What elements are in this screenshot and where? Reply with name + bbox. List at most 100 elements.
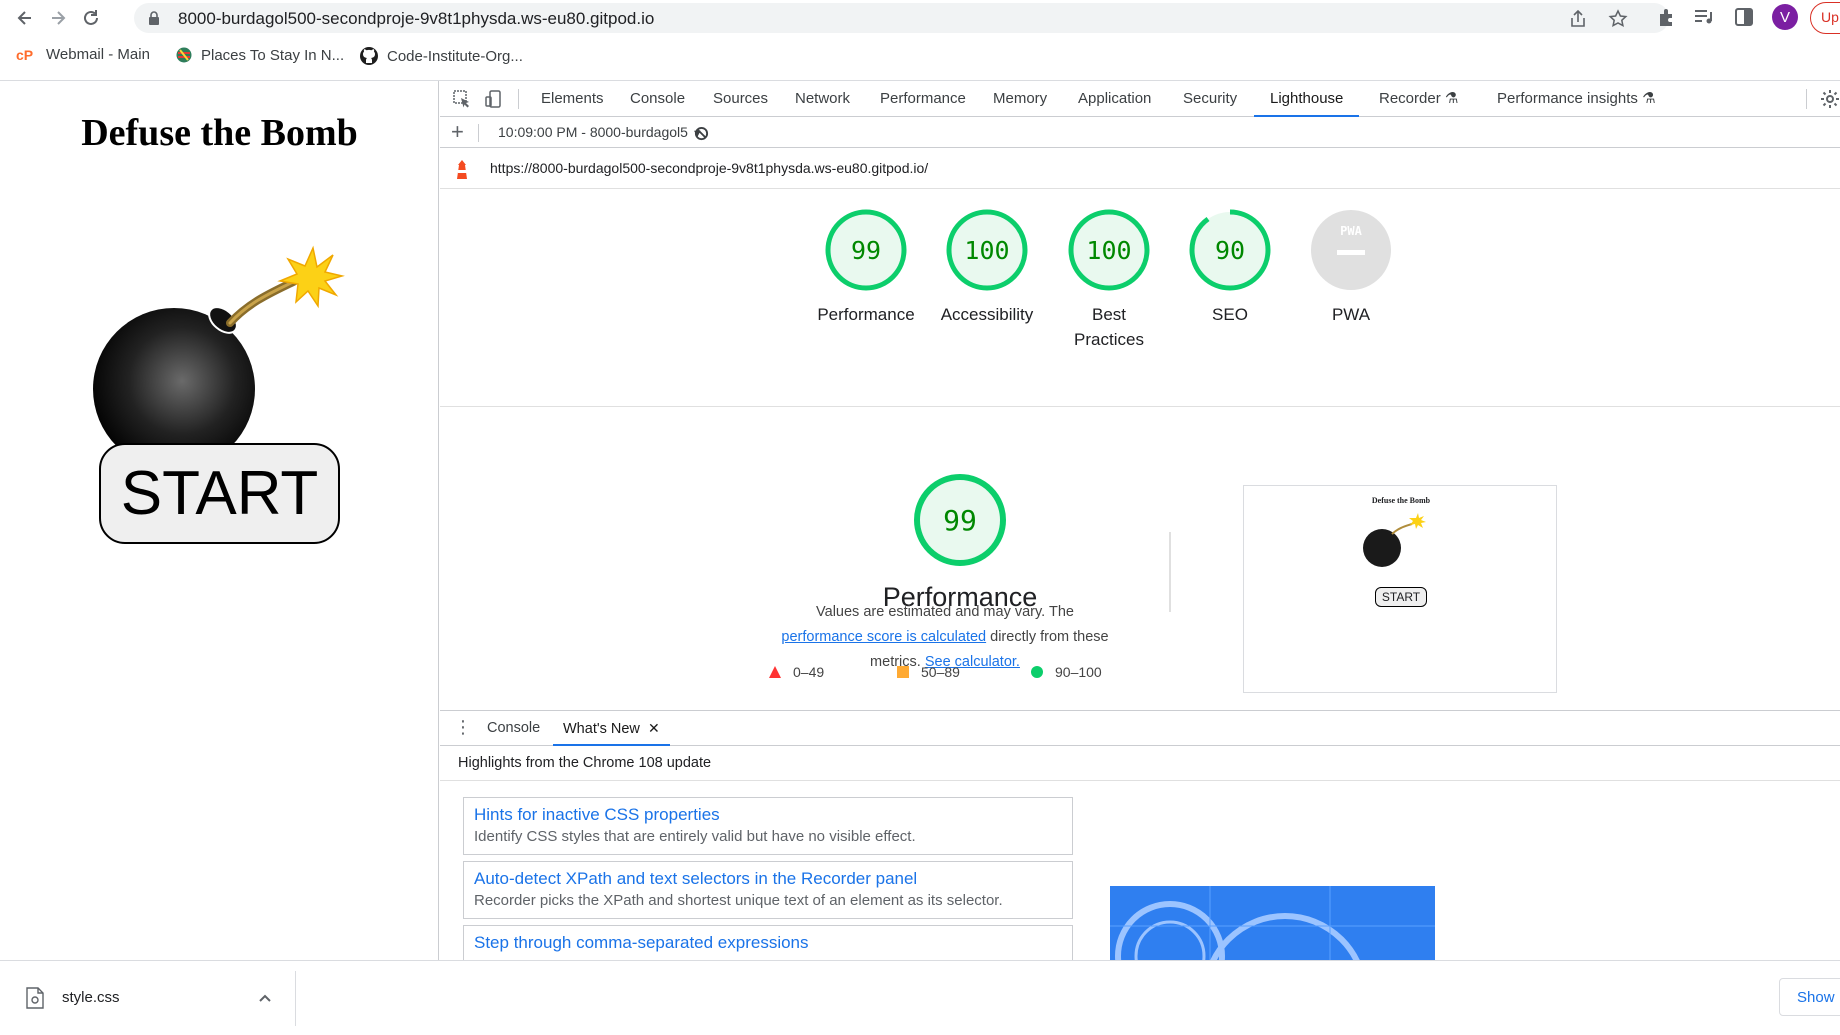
whats-new-heading: Highlights from the Chrome 108 update bbox=[440, 746, 1840, 781]
gauge-pwa[interactable]: PWA PWA bbox=[1286, 208, 1416, 327]
tab-security[interactable]: Security bbox=[1183, 81, 1237, 117]
gauge-score: 90 bbox=[1214, 235, 1246, 265]
drawer-tabbar: ⋮ Console What's New ✕ bbox=[440, 710, 1840, 746]
page-viewport: Defuse the Bomb START bbox=[0, 81, 439, 960]
desc-text: Values are estimated and may vary. The bbox=[816, 604, 1074, 620]
whats-new-content: Hints for inactive CSS properties Identi… bbox=[440, 781, 1840, 960]
lighthouse-toolbar: + 10:09:00 PM - 8000-burdagol5 ▼ bbox=[440, 118, 1840, 148]
bookmark-places[interactable]: Places To Stay In N... bbox=[175, 46, 344, 64]
github-icon bbox=[360, 47, 378, 65]
thumbnail-title: Defuse the Bomb bbox=[1371, 496, 1431, 505]
forward-button[interactable] bbox=[45, 5, 71, 31]
tab-memory[interactable]: Memory bbox=[993, 81, 1047, 117]
tab-console[interactable]: Console bbox=[630, 81, 685, 117]
close-icon[interactable]: ✕ bbox=[648, 720, 660, 736]
drawer-tab-console[interactable]: Console bbox=[487, 711, 540, 746]
bookmark-code-institute[interactable]: Code-Institute-Org... bbox=[359, 46, 523, 66]
triangle-icon bbox=[769, 666, 781, 678]
media-queue-icon[interactable] bbox=[1692, 6, 1714, 28]
gauge-seo[interactable]: 90 SEO bbox=[1165, 208, 1295, 327]
device-toolbar-icon[interactable] bbox=[484, 89, 504, 109]
whats-new-video[interactable]: new bbox=[1110, 886, 1435, 960]
tab-performance-insights[interactable]: Performance insights ⚗ bbox=[1497, 81, 1656, 117]
gauge-label: Best Practices bbox=[1074, 305, 1144, 349]
bookmark-webmail[interactable]: cP Webmail - Main bbox=[16, 46, 150, 63]
forward-arrow-icon bbox=[52, 11, 66, 25]
feature-description: Identify CSS styles that are entirely va… bbox=[474, 828, 916, 845]
experiment-flask-icon: ⚗ bbox=[1444, 90, 1459, 107]
lock-icon[interactable] bbox=[148, 11, 160, 25]
reload-button[interactable] bbox=[78, 5, 104, 31]
performance-score-link[interactable]: performance score is calculated bbox=[781, 629, 986, 645]
tab-recorder[interactable]: Recorder ⚗ bbox=[1379, 81, 1458, 117]
feature-title[interactable]: Hints for inactive CSS properties bbox=[474, 804, 1062, 826]
feature-card[interactable]: Hints for inactive CSS properties Identi… bbox=[463, 797, 1073, 855]
shelf-separator bbox=[295, 971, 296, 1026]
gauge-accessibility[interactable]: 100 Accessibility bbox=[922, 208, 1052, 327]
tab-separator bbox=[1806, 89, 1807, 109]
clear-block-icon[interactable] bbox=[694, 126, 709, 141]
svg-text:cP: cP bbox=[16, 47, 33, 63]
thumbnail-bomb-image bbox=[1363, 513, 1426, 567]
more-vertical-icon[interactable]: ⋮ bbox=[454, 717, 472, 738]
gauge-best-practices[interactable]: 100 Best Practices bbox=[1044, 208, 1174, 352]
tab-application[interactable]: Application bbox=[1078, 81, 1151, 117]
gauge-label: SEO bbox=[1212, 305, 1248, 324]
gauge-score: 100 bbox=[1086, 235, 1132, 265]
new-report-plus-icon[interactable]: + bbox=[451, 119, 464, 145]
reload-icon bbox=[84, 10, 98, 25]
omnibox[interactable]: 8000-burdagol500-secondproje-9v8t1physda… bbox=[134, 3, 1669, 33]
lighthouse-url-bar: https://8000-burdagol500-secondproje-9v8… bbox=[440, 149, 1840, 189]
tab-label: Recorder bbox=[1379, 90, 1441, 107]
experiment-flask-icon: ⚗ bbox=[1642, 90, 1656, 107]
show-all-button[interactable]: Show bbox=[1779, 978, 1840, 1016]
gauge-score: 99 bbox=[850, 235, 882, 265]
gauge-label: Performance bbox=[817, 305, 915, 324]
big-gauge-ring: 99 bbox=[912, 472, 1008, 568]
extensions-puzzle-icon[interactable] bbox=[1656, 6, 1678, 28]
feature-title[interactable]: Auto-detect XPath and text selectors in … bbox=[474, 868, 1062, 890]
section-divider bbox=[440, 406, 1840, 407]
tab-elements[interactable]: Elements bbox=[541, 81, 604, 117]
legend-range: 90–100 bbox=[1055, 664, 1102, 680]
performance-detail: 99 Performance bbox=[810, 472, 1110, 613]
final-screenshot[interactable]: Defuse the Bomb START bbox=[1243, 485, 1557, 693]
report-url[interactable]: https://8000-burdagol500-secondproje-9v8… bbox=[490, 160, 928, 176]
bookmark-label: Places To Stay In N... bbox=[201, 46, 345, 64]
report-select[interactable]: 10:09:00 PM - 8000-burdagol5 ▼ bbox=[498, 124, 703, 140]
tab-label: Performance insights bbox=[1497, 90, 1638, 107]
download-filename: style.css bbox=[62, 989, 120, 1006]
thumbnail-start-button: START bbox=[1375, 587, 1427, 607]
tab-separator bbox=[518, 89, 519, 109]
profile-avatar[interactable]: V bbox=[1772, 4, 1798, 30]
chevron-up-icon[interactable] bbox=[258, 991, 272, 1005]
drawer-tab-whats-new[interactable]: What's New ✕ bbox=[553, 711, 670, 746]
download-item[interactable]: style.css bbox=[0, 961, 296, 1035]
gauge-performance[interactable]: 99 Performance bbox=[801, 208, 931, 327]
tab-lighthouse[interactable]: Lighthouse bbox=[1254, 81, 1360, 117]
back-arrow-icon bbox=[17, 11, 31, 25]
side-panel-icon[interactable] bbox=[1733, 6, 1755, 28]
update-button[interactable]: Up bbox=[1810, 2, 1840, 34]
feature-card[interactable]: Step through comma-separated expressions bbox=[463, 925, 1073, 960]
legend-range: 50–89 bbox=[921, 664, 960, 680]
feature-card[interactable]: Auto-detect XPath and text selectors in … bbox=[463, 861, 1073, 919]
tab-network[interactable]: Network bbox=[795, 81, 850, 117]
devtools-panel: Elements Console Sources Network Perform… bbox=[440, 81, 1840, 960]
feature-title[interactable]: Step through comma-separated expressions bbox=[474, 932, 1062, 954]
report-select-value: 10:09:00 PM - 8000-burdagol5 bbox=[498, 124, 688, 140]
share-icon[interactable] bbox=[1568, 9, 1588, 29]
cpanel-icon: cP bbox=[16, 47, 33, 63]
file-icon bbox=[26, 987, 44, 1009]
gauge-score: PWA bbox=[1340, 224, 1362, 238]
settings-gear-icon[interactable] bbox=[1820, 89, 1840, 109]
back-button[interactable] bbox=[12, 5, 38, 31]
url-text[interactable]: 8000-burdagol500-secondproje-9v8t1physda… bbox=[178, 9, 654, 29]
start-button[interactable]: START bbox=[99, 443, 340, 544]
bookmark-star-icon[interactable] bbox=[1608, 9, 1628, 29]
browser-toolbar: 8000-burdagol500-secondproje-9v8t1physda… bbox=[0, 0, 1840, 34]
tab-performance[interactable]: Performance bbox=[880, 81, 966, 117]
inspect-element-icon[interactable] bbox=[452, 89, 472, 109]
tab-sources[interactable]: Sources bbox=[713, 81, 768, 117]
bookmark-label: Code-Institute-Org... bbox=[387, 47, 523, 65]
